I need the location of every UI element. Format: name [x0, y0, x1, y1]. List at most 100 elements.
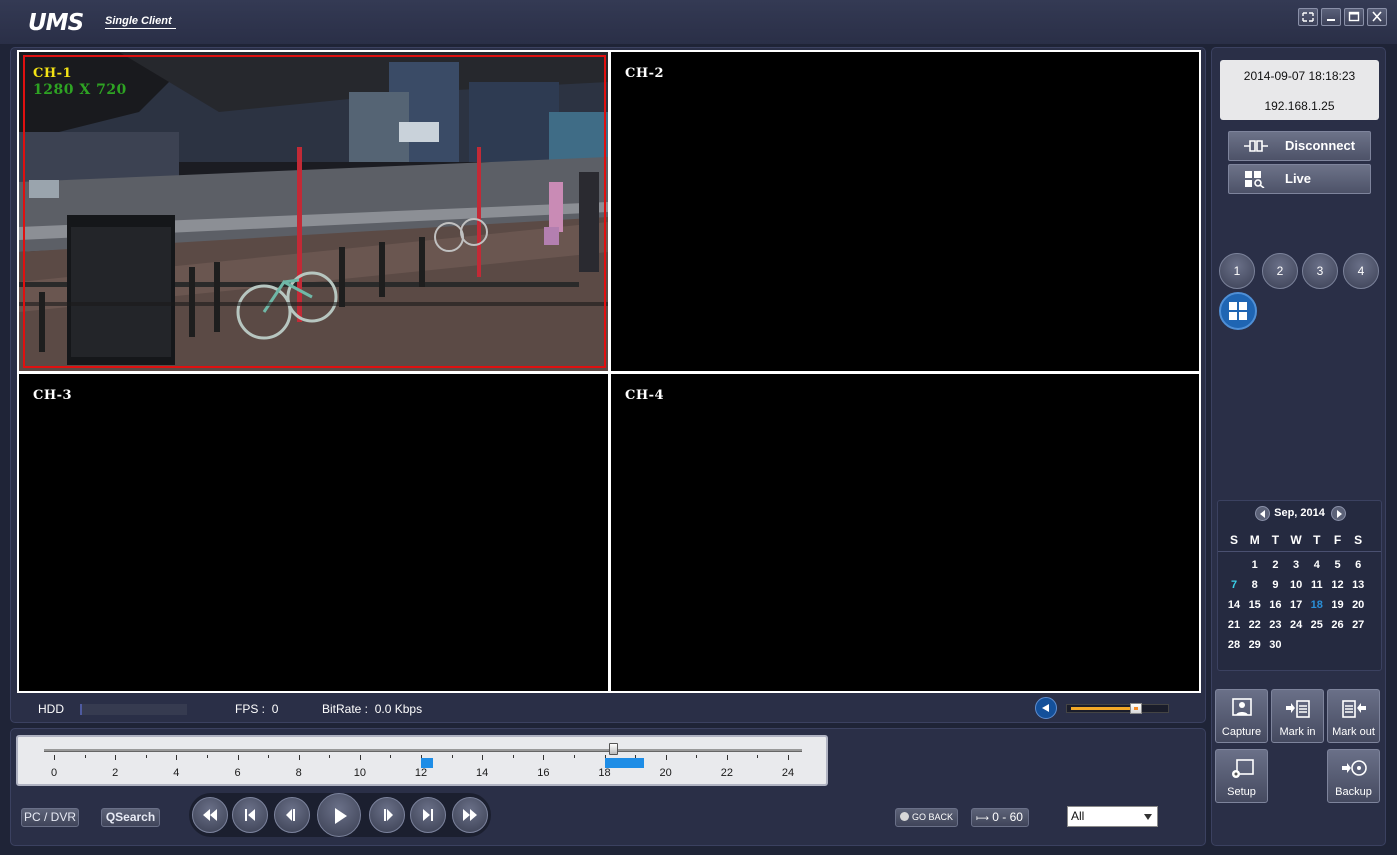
timeline-bar[interactable]: 0 2 4 6 8 10 12 14 16 18 20 22 24: [16, 735, 828, 786]
channel-4-view[interactable]: CH-4: [611, 374, 1199, 691]
skip-forward-icon[interactable]: [410, 797, 446, 833]
timeline-hour-label: 10: [353, 767, 366, 779]
calendar-day[interactable]: 13: [1348, 579, 1368, 591]
calendar-divider: [1218, 551, 1381, 552]
backup-button[interactable]: Backup: [1327, 749, 1380, 803]
fast-rewind-icon[interactable]: [192, 797, 228, 833]
channel-4-label: CH-4: [625, 388, 665, 403]
calendar-day[interactable]: 21: [1224, 619, 1244, 631]
calendar-day[interactable]: 26: [1328, 619, 1348, 631]
channel-1-label: CH-1: [33, 66, 73, 81]
go-back-icon: [900, 812, 909, 821]
play-icon[interactable]: [317, 793, 361, 837]
quad-view-button[interactable]: [1219, 292, 1257, 330]
status-bar: HDD FPS : 0 BitRate : 0.0 Kbps: [10, 697, 1206, 723]
go-back-button[interactable]: GO BACK: [895, 808, 959, 827]
calendar-day[interactable]: 8: [1245, 579, 1265, 591]
channel-3-button[interactable]: 3: [1302, 253, 1338, 289]
calendar-day[interactable]: 30: [1265, 639, 1285, 651]
calendar-day[interactable]: 22: [1245, 619, 1265, 631]
fullscreen-icon[interactable]: [1298, 8, 1318, 26]
timeline-tick: [757, 755, 759, 758]
calendar-day[interactable]: 19: [1328, 599, 1348, 611]
close-icon[interactable]: [1367, 8, 1387, 26]
filter-select[interactable]: All: [1067, 806, 1158, 827]
app-subtitle: Single Client: [105, 15, 176, 29]
timeline-tick: [573, 755, 575, 758]
mark-out-button[interactable]: Mark out: [1327, 689, 1380, 743]
timeline-tick: [84, 755, 86, 758]
disconnect-label: Disconnect: [1285, 138, 1356, 153]
channel-1-button[interactable]: 1: [1219, 253, 1255, 289]
capture-button[interactable]: Capture: [1215, 689, 1268, 743]
timeline-hour-label: 4: [173, 767, 180, 779]
minimize-icon[interactable]: [1321, 8, 1341, 26]
calendar-day[interactable]: 11: [1307, 579, 1327, 591]
timeline-hour-label: 8: [295, 767, 302, 779]
pc-dvr-button[interactable]: PC / DVR: [21, 808, 79, 827]
range-button[interactable]: ⟼ 0 - 60: [971, 808, 1029, 827]
timeline-hour-label: 22: [720, 767, 733, 779]
hdd-usage-bar: [80, 704, 187, 715]
live-button[interactable]: Live: [1228, 164, 1371, 194]
weekday-header: W: [1290, 533, 1302, 547]
calendar-day[interactable]: 25: [1307, 619, 1327, 631]
fast-forward-icon[interactable]: [452, 797, 488, 833]
calendar-day[interactable]: 27: [1348, 619, 1368, 631]
next-month-icon[interactable]: [1331, 506, 1346, 521]
bitrate-label: BitRate :: [322, 702, 369, 716]
calendar-day[interactable]: 16: [1265, 599, 1285, 611]
calendar-day[interactable]: 28: [1224, 639, 1244, 651]
timeline-hour-label: 20: [659, 767, 672, 779]
range-label: 0 - 60: [992, 810, 1023, 824]
recording-segment[interactable]: [604, 758, 645, 768]
step-back-icon[interactable]: [274, 797, 310, 833]
timeline-cursor[interactable]: [608, 743, 618, 755]
calendar-day[interactable]: 20: [1348, 599, 1368, 611]
calendar: Sep, 2014 S M T W T F S 1 2 3 4 5 6 7 8 9 10 11 12 13 14 15 16…: [1217, 500, 1382, 671]
calendar-day[interactable]: 10: [1286, 579, 1306, 591]
mark-in-icon: [1286, 700, 1310, 718]
channel-2-button[interactable]: 2: [1262, 253, 1298, 289]
transport-controls: [189, 793, 491, 837]
calendar-day[interactable]: 4: [1307, 559, 1327, 571]
calendar-day[interactable]: 17: [1286, 599, 1306, 611]
volume-knob[interactable]: [1130, 703, 1142, 714]
skip-back-icon[interactable]: [232, 797, 268, 833]
speaker-icon[interactable]: [1035, 697, 1057, 719]
go-back-label: GO BACK: [912, 812, 954, 822]
calendar-day[interactable]: 29: [1245, 639, 1265, 651]
recording-segment[interactable]: [421, 758, 434, 768]
setup-button[interactable]: Setup: [1215, 749, 1268, 803]
qsearch-button[interactable]: QSearch: [101, 808, 160, 827]
calendar-day[interactable]: 24: [1286, 619, 1306, 631]
timeline-tick: [359, 755, 361, 760]
disconnect-button[interactable]: Disconnect: [1228, 131, 1371, 161]
calendar-day[interactable]: 14: [1224, 599, 1244, 611]
calendar-day[interactable]: 6: [1348, 559, 1368, 571]
calendar-day[interactable]: 1: [1245, 559, 1265, 571]
channel-4-button[interactable]: 4: [1343, 253, 1379, 289]
calendar-day[interactable]: 12: [1328, 579, 1348, 591]
calendar-day[interactable]: 18: [1307, 599, 1327, 611]
datetime-display: 2014-09-07 18:18:23: [1243, 69, 1356, 83]
timeline-tick: [115, 755, 117, 760]
calendar-day[interactable]: 15: [1245, 599, 1265, 611]
timeline-tick: [206, 755, 208, 758]
calendar-day[interactable]: 3: [1286, 559, 1306, 571]
channel-1-view[interactable]: CH-1 1280 X 720: [19, 52, 608, 371]
calendar-day[interactable]: 5: [1328, 559, 1348, 571]
volume-slider[interactable]: [1066, 703, 1169, 714]
mark-in-button[interactable]: Mark in: [1271, 689, 1324, 743]
step-forward-icon[interactable]: [369, 797, 405, 833]
calendar-day[interactable]: 7: [1224, 579, 1244, 591]
calendar-day[interactable]: 23: [1265, 619, 1285, 631]
calendar-day[interactable]: 2: [1265, 559, 1285, 571]
channel-2-view[interactable]: CH-2: [611, 52, 1199, 371]
weekday-header: S: [1354, 533, 1363, 547]
timeline-tick: [298, 755, 300, 760]
maximize-icon[interactable]: [1344, 8, 1364, 26]
calendar-day[interactable]: 9: [1265, 579, 1285, 591]
channel-3-view[interactable]: CH-3: [19, 374, 608, 691]
timeline-hour-label: 24: [781, 767, 795, 779]
